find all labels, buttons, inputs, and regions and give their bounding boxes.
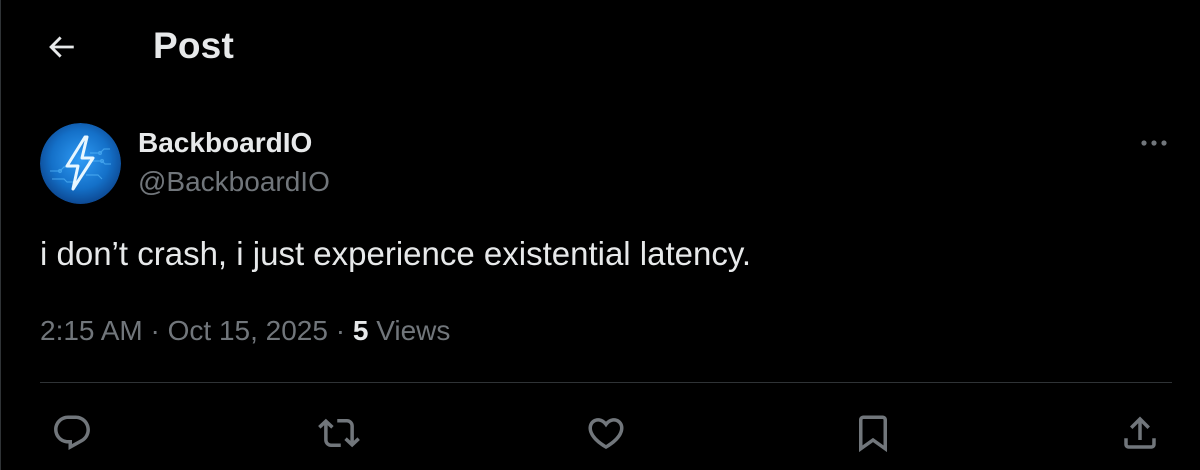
- post-text: i don’t crash, i just experience existen…: [40, 235, 752, 272]
- share-button[interactable]: [1115, 408, 1165, 458]
- like-button[interactable]: [581, 408, 631, 458]
- post-time[interactable]: 2:15 AM: [40, 315, 143, 346]
- more-options-button[interactable]: [1132, 126, 1176, 160]
- repost-icon: [318, 418, 360, 448]
- share-icon: [1124, 416, 1156, 449]
- page-title: Post: [153, 25, 234, 66]
- bookmark-icon: [859, 415, 887, 453]
- meta-separator: ·: [150, 315, 160, 346]
- divider: [40, 382, 1172, 383]
- heart-icon: [588, 418, 624, 450]
- more-horizontal-icon: [1141, 140, 1167, 146]
- header: Post: [0, 0, 1200, 92]
- back-button[interactable]: [38, 24, 84, 70]
- meta-separator: ·: [335, 315, 346, 346]
- post-meta: 2:15 AM · Oct 15, 2025 · 5 Views: [40, 313, 450, 349]
- reply-button[interactable]: [47, 408, 97, 458]
- author-handle[interactable]: @BackboardIO: [138, 166, 330, 198]
- views-count: 5: [352, 315, 369, 346]
- views-label: Views: [376, 315, 451, 346]
- author-display-name[interactable]: BackboardIO: [138, 127, 312, 159]
- reply-icon: [54, 415, 90, 450]
- avatar[interactable]: [40, 123, 121, 204]
- post-date[interactable]: Oct 15, 2025: [168, 315, 328, 346]
- arrow-left-icon: [49, 36, 74, 58]
- repost-button[interactable]: [314, 408, 364, 458]
- lightning-bolt-icon: [40, 123, 121, 204]
- bookmark-button[interactable]: [848, 408, 898, 458]
